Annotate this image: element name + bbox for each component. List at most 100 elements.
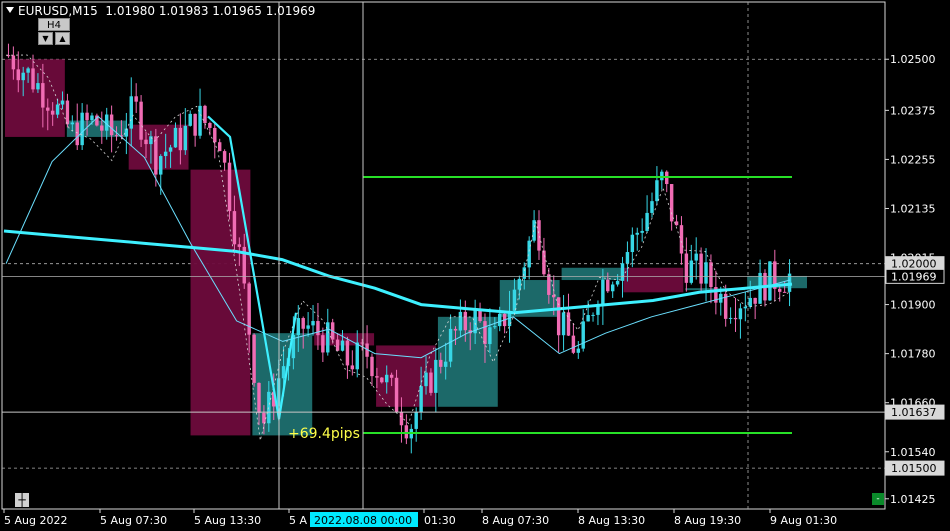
x-tick-label: 5 Aug 2022 <box>4 514 67 527</box>
m15-candle-body <box>497 313 502 327</box>
m15-candle-body <box>448 328 453 362</box>
m15-candle-body <box>483 321 487 345</box>
m15-candle-body <box>134 96 138 102</box>
m15-candle-body <box>65 100 70 125</box>
crosshair-toggle-button[interactable]: ┼ <box>15 493 29 507</box>
m15-candle-body <box>80 112 84 146</box>
m15-candle-body <box>650 201 654 213</box>
m15-candle-body <box>635 232 639 235</box>
y-tick-label: 1.01780 <box>890 348 936 361</box>
m15-candle-body <box>16 69 21 81</box>
m15-candle-body <box>257 382 261 413</box>
m15-candle-body <box>458 311 463 331</box>
m15-candle-body <box>70 122 75 125</box>
m15-candle-body <box>50 110 55 115</box>
m15-candle-body <box>576 348 581 353</box>
y-tick-label: 1.01900 <box>890 299 936 312</box>
m15-candle-body <box>340 340 345 351</box>
h4-candle-box <box>561 267 622 281</box>
m15-candle-body <box>439 359 443 367</box>
m15-candle-body <box>350 365 355 370</box>
x-tick-label: 01:30 <box>424 514 456 527</box>
m15-candle-body <box>193 113 197 136</box>
m15-candle-body <box>571 335 576 353</box>
m15-candle-body <box>173 127 178 148</box>
m15-candle-body <box>733 317 738 320</box>
y-tick-label: 1.02375 <box>890 104 936 117</box>
m15-candle-body <box>556 297 561 336</box>
m15-candle-body <box>684 253 689 283</box>
m15-candle-body <box>296 318 301 336</box>
m15-candle-body <box>689 260 694 283</box>
crosshair-time-label: 2022.08.08 00:00 <box>314 514 412 527</box>
m15-candle-body <box>620 263 625 281</box>
m15-candle-body <box>188 113 192 126</box>
m15-candle-body <box>11 55 16 70</box>
m15-candle-body <box>512 289 517 311</box>
m15-candle-body <box>630 234 635 253</box>
m15-candle-body <box>743 306 748 309</box>
m15-candle-body <box>345 340 350 366</box>
dropdown-triangle-icon[interactable] <box>6 7 14 13</box>
m15-candle-body <box>31 68 35 90</box>
m15-candle-body <box>389 374 394 378</box>
m15-candle-body <box>404 425 409 439</box>
m15-candle-body <box>129 96 133 129</box>
m15-candle-body <box>640 230 644 233</box>
m15-candle-body <box>55 104 60 115</box>
m15-candle-body <box>728 317 733 319</box>
m15-candle-body <box>301 318 305 329</box>
x-tick-label: 5 Aug 13:30 <box>194 514 261 527</box>
timeframe-down-button[interactable]: ▼ <box>38 32 53 45</box>
ohlc-values: 1.01980 1.01983 1.01965 1.01969 <box>105 4 316 18</box>
m15-candle-body <box>586 315 590 322</box>
m15-candle-body <box>213 127 217 143</box>
m15-candle-body <box>542 250 546 275</box>
fast-moving-average-line <box>5 115 791 359</box>
m15-candle-body <box>139 101 143 140</box>
price-label: 1.02000 <box>891 258 937 271</box>
m15-candle-body <box>114 135 119 137</box>
m15-candle-body <box>168 147 173 152</box>
y-tick-label: 1.02255 <box>890 153 936 166</box>
m15-candle-body <box>85 112 89 121</box>
m15-candle-body <box>60 100 65 105</box>
m15-candle-body <box>217 142 222 152</box>
m15-candle-body <box>488 327 492 345</box>
price-label: 1.01637 <box>891 406 937 419</box>
m15-candle-body <box>610 284 615 292</box>
price-chart[interactable]: +69.4pips 1.02500 1.02375 1.02255 1.02135 1.0… <box>0 0 950 531</box>
m15-candle-body <box>90 115 94 121</box>
m15-candle-body <box>522 267 526 279</box>
symbol-label: EURUSD,M15 <box>18 4 98 18</box>
m15-candle-body <box>753 297 757 304</box>
m15-candle-body <box>75 122 79 146</box>
m15-candle-body <box>335 339 340 351</box>
m15-candle-body <box>625 252 630 264</box>
m15-candle-body <box>748 297 752 307</box>
y-tick-label: 1.02135 <box>890 202 936 215</box>
m15-candle-body <box>777 288 782 292</box>
m15-candle-body <box>709 262 713 288</box>
m15-candle-body <box>355 342 359 370</box>
timeframe-up-button[interactable]: ▲ <box>55 32 70 45</box>
x-tick-label: 8 Aug 13:30 <box>578 514 645 527</box>
m15-candle-body <box>699 253 703 284</box>
y-tick-label: 1.01425 <box>890 493 936 506</box>
m15-candle-body <box>163 151 168 157</box>
x-tick-label: 5 A <box>289 514 307 527</box>
timeframe-button[interactable]: H4 <box>38 18 70 31</box>
m15-candle-body <box>144 139 148 145</box>
m15-candle-body <box>41 83 45 108</box>
m15-candle-body <box>768 261 772 301</box>
m15-candle-body <box>424 372 428 387</box>
pips-distance-label: +69.4pips <box>288 426 360 442</box>
m15-candle-body <box>561 312 566 336</box>
m15-candle-body <box>36 83 40 90</box>
m15-candle-body <box>517 278 522 290</box>
m15-candle-body <box>109 114 114 136</box>
m15-candle-body <box>252 334 256 383</box>
m15-candle-body <box>100 125 104 131</box>
x-tick-label: 5 Aug 07:30 <box>100 514 167 527</box>
m15-candle-body <box>463 311 468 331</box>
